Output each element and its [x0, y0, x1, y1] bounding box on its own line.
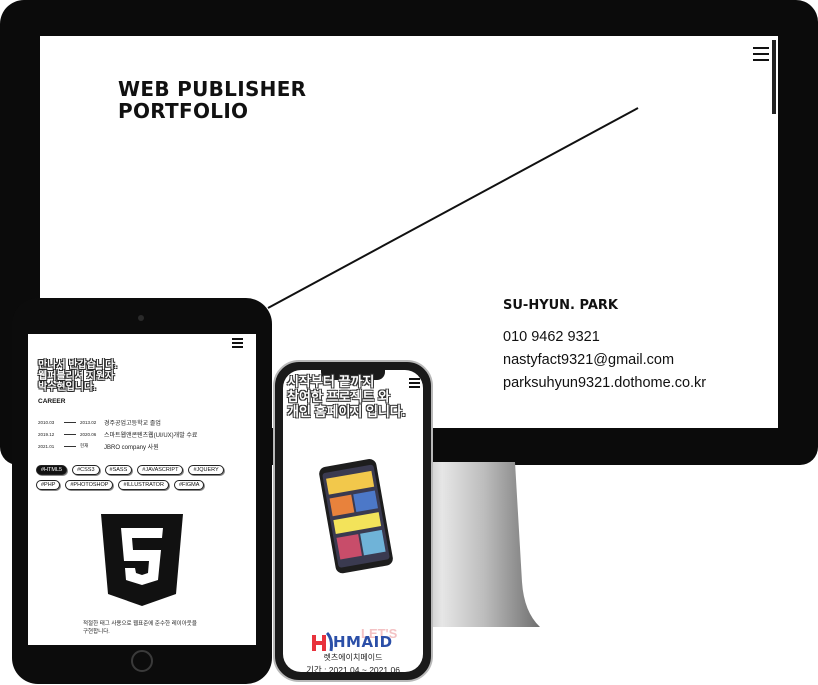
tag-sass[interactable]: #SASS — [104, 465, 133, 475]
phone-hero-line2: 참여한 프로젝트 와 — [287, 389, 390, 404]
project-name: 렛츠에이치메이드 — [323, 653, 383, 662]
phone-hero-line1: 시작부터 끝까지 — [287, 374, 375, 389]
phone-menu-icon[interactable] — [409, 378, 420, 390]
career-desc: 경주공업고등학교 졸업 — [104, 420, 161, 427]
tag-figma[interactable]: #FIGMA — [173, 480, 205, 490]
html5-caption: 적절한 태그 사용으로 웹표준에 준수한 레이아웃을 구현합니다. — [58, 620, 228, 636]
career-end: 2013.02 — [80, 419, 97, 425]
phone-screen: 시작부터 끝까지 참여한 프로젝트 와 개인 홈페이지 입니다. LET'S H… — [283, 370, 423, 672]
contact-email[interactable]: nastyfact9321@gmail.com — [503, 349, 706, 372]
home-button[interactable] — [131, 650, 153, 672]
tablet-hero-line3: 박수현입니다. — [38, 382, 96, 393]
html5-caption-line1: 적절한 태그 사용으로 웹표준에 준수한 레이아웃을 — [83, 621, 197, 627]
career-end: 2020.06 — [80, 431, 97, 437]
tablet-hero-line2: 웹퍼블리셔 지원자 — [38, 371, 115, 382]
hmaid-logo-icon — [312, 631, 333, 652]
career-start: 2021.01 — [38, 443, 55, 449]
career-dash — [64, 433, 76, 435]
tag-html5[interactable]: #HTML5 — [36, 465, 68, 475]
career-row: 2021.01 현재 JBRO company 사원 — [38, 440, 248, 452]
career-row: 2019.12 2020.06 스마트웹앤콘텐츠웹(UI/UX)개발 수료 — [38, 428, 248, 440]
tablet-device: 만나서 반갑습니다. 웹퍼블리셔 지원자 박수현입니다. CAREER 2010… — [12, 298, 272, 684]
tag-javascript[interactable]: #JAVASCRIPT — [137, 465, 184, 475]
project-period: 기간 : 2021.04 ~ 2021.06 — [306, 665, 400, 672]
tag-css3[interactable]: #CSS3 — [72, 465, 100, 475]
contact-phone[interactable]: 010 9462 9321 — [503, 326, 706, 349]
career-dash — [64, 445, 76, 447]
contact-website[interactable]: parksuhyun9321.dothome.co.kr — [503, 372, 706, 395]
skill-tags: #HTML5 #CSS3 #SASS #JAVASCRIPT #JQUERY #… — [36, 465, 251, 490]
career-start: 2019.12 — [38, 431, 55, 437]
tag-php[interactable]: #PHP — [36, 480, 61, 490]
tablet-hero-line1: 만나서 반갑습니다. — [38, 360, 118, 371]
career-heading: CAREER — [38, 398, 66, 405]
tablet-menu-icon[interactable] — [232, 338, 243, 350]
career-row: 2010.03 2013.02 경주공업고등학교 졸업 — [38, 416, 248, 428]
tag-illustrator[interactable]: #ILLUSTRATOR — [118, 480, 169, 490]
phone-hero-line3: 개인 홈페이지 입니다. — [287, 404, 406, 419]
career-end: 현재 — [80, 443, 89, 448]
tag-photoshop[interactable]: #PHOTOSHOP — [65, 480, 114, 490]
camera-icon — [138, 315, 144, 321]
contact-info: 010 9462 9321 nastyfact9321@gmail.com pa… — [503, 326, 706, 395]
career-desc: JBRO company 사원 — [104, 444, 159, 451]
career-dash — [64, 421, 76, 423]
career-start: 2010.03 — [38, 419, 55, 425]
brand-name: HMAID — [333, 633, 393, 651]
owner-name: SU-HYUN. PARK — [503, 298, 618, 313]
career-desc: 스마트웹앤콘텐츠웹(UI/UX)개발 수료 — [104, 432, 198, 439]
tablet-hero-text: 만나서 반갑습니다. 웹퍼블리셔 지원자 박수현입니다. — [38, 360, 117, 393]
html5-logo-icon — [101, 514, 183, 606]
html5-caption-line2: 구현합니다. — [83, 629, 110, 635]
tablet-screen: 만나서 반갑습니다. 웹퍼블리셔 지원자 박수현입니다. CAREER 2010… — [28, 334, 256, 645]
phone-device: 시작부터 끝까지 참여한 프로젝트 와 개인 홈페이지 입니다. LET'S H… — [273, 360, 433, 682]
tag-jquery[interactable]: #JQUERY — [188, 465, 224, 475]
career-list: 2010.03 2013.02 경주공업고등학교 졸업 2019.12 2020… — [38, 416, 248, 452]
project-mockup-image — [319, 459, 393, 574]
phone-hero-text: 시작부터 끝까지 참여한 프로젝트 와 개인 홈페이지 입니다. — [287, 374, 405, 419]
